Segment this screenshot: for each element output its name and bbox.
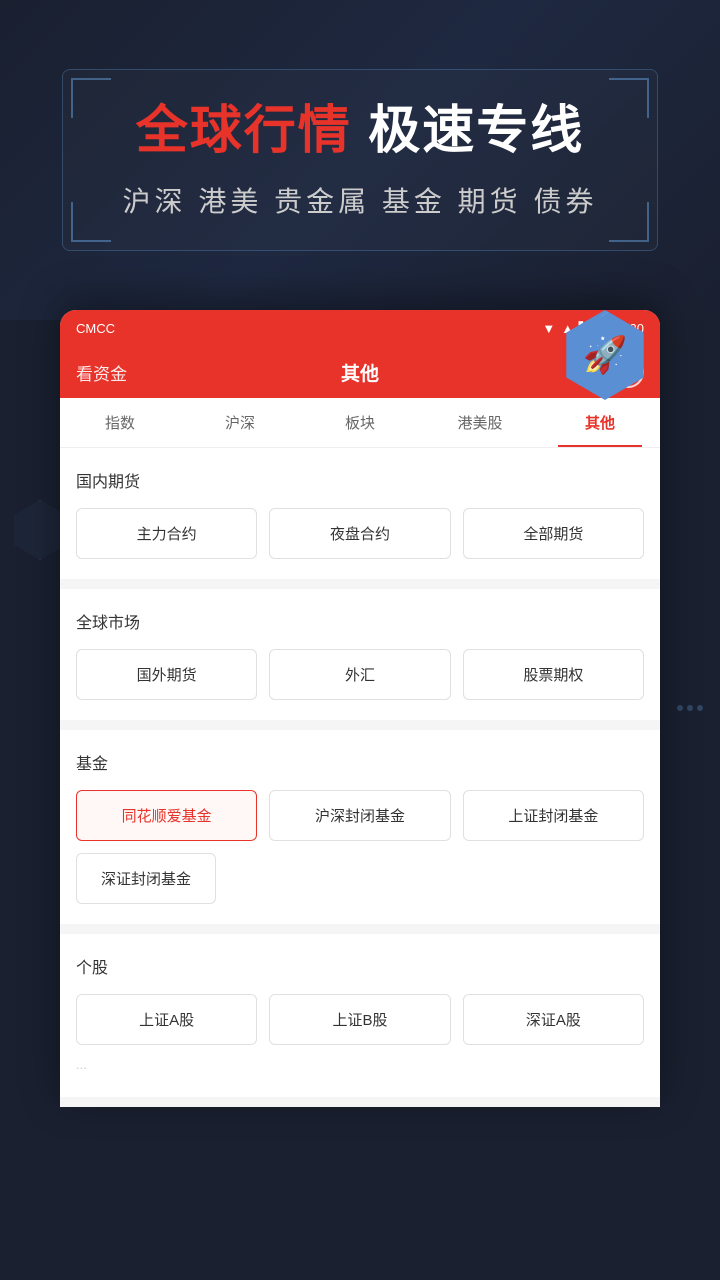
banner-rest: 极速专线 — [352, 102, 584, 160]
tab-bankuai[interactable]: 板块 — [300, 398, 420, 447]
btn-gupiao-qiquan[interactable]: 股票期权 — [463, 649, 644, 700]
wifi-icon: ▼ — [542, 321, 555, 336]
section-individual-stock: 个股 上证A股 上证B股 深证A股 ... — [60, 934, 660, 1097]
btn-zhuli[interactable]: 主力合约 — [76, 508, 257, 559]
nav-left-label[interactable]: 看资金 — [76, 360, 265, 385]
btn-guowai-qihuo[interactable]: 国外期货 — [76, 649, 257, 700]
section-global-market-title: 全球市场 — [76, 609, 644, 633]
phone-mockup: CMCC ▼ ▲▐ 🔋 12:30 看资金 其他 ⌕ 指数 — [0, 310, 720, 1107]
tab-gangmeigu[interactable]: 港美股 — [420, 398, 540, 447]
btn-waihui[interactable]: 外汇 — [269, 649, 450, 700]
banner: 全球行情 极速专线 沪深 港美 贵金属 基金 期货 债券 — [0, 0, 720, 320]
btn-shangzheng-bijin[interactable]: 上证封闭基金 — [463, 790, 644, 841]
section-global-market: 全球市场 国外期货 外汇 股票期权 — [60, 589, 660, 720]
domestic-futures-buttons: 主力合约 夜盘合约 全部期货 — [76, 508, 644, 559]
btn-hushen-bijin[interactable]: 沪深封闭基金 — [269, 790, 450, 841]
individual-stock-buttons: 上证A股 上证B股 深证A股 — [76, 994, 644, 1045]
btn-tonghuashun[interactable]: 同花顺爱基金 — [76, 790, 257, 841]
content-area: 国内期货 主力合约 夜盘合约 全部期货 全球市场 国外期货 外汇 股票期权 基金 — [60, 448, 660, 1097]
phone-screen: CMCC ▼ ▲▐ 🔋 12:30 看资金 其他 ⌕ 指数 — [60, 310, 660, 1107]
section-fund: 基金 同花顺爱基金 沪深封闭基金 上证封闭基金 深证封闭基金 — [60, 730, 660, 924]
btn-quanbu[interactable]: 全部期货 — [463, 508, 644, 559]
tab-zhishu[interactable]: 指数 — [60, 398, 180, 447]
btn-shenzheng-bijin[interactable]: 深证封闭基金 — [76, 853, 216, 904]
fund-buttons: 同花顺爱基金 沪深封闭基金 上证封闭基金 深证封闭基金 — [76, 790, 644, 904]
banner-highlight: 全球行情 — [136, 102, 352, 160]
rocket-hexagon: 🚀 — [560, 310, 650, 400]
section-individual-stock-title: 个股 — [76, 954, 644, 978]
carrier-label: CMCC — [76, 321, 115, 336]
tab-qita[interactable]: 其他 — [540, 398, 660, 447]
btn-shangzheng-b[interactable]: 上证B股 — [269, 994, 450, 1045]
banner-inner: 全球行情 极速专线 沪深 港美 贵金属 基金 期货 债券 — [62, 69, 659, 251]
banner-title: 全球行情 极速专线 — [123, 100, 598, 162]
banner-subtitle: 沪深 港美 贵金属 基金 期货 债券 — [123, 180, 598, 220]
section-fund-title: 基金 — [76, 750, 644, 774]
nav-center-title: 其他 — [265, 359, 454, 386]
section-domestic-futures: 国内期货 主力合约 夜盘合约 全部期货 — [60, 448, 660, 579]
tab-hushen[interactable]: 沪深 — [180, 398, 300, 447]
btn-shangzheng-a[interactable]: 上证A股 — [76, 994, 257, 1045]
btn-shenzheng-a[interactable]: 深证A股 — [463, 994, 644, 1045]
global-market-buttons: 国外期货 外汇 股票期权 — [76, 649, 644, 700]
section-domestic-futures-title: 国内期货 — [76, 468, 644, 492]
more-hint: ... — [76, 1057, 644, 1077]
btn-yepan[interactable]: 夜盘合约 — [269, 508, 450, 559]
tab-bar: 指数 沪深 板块 港美股 其他 — [60, 398, 660, 448]
